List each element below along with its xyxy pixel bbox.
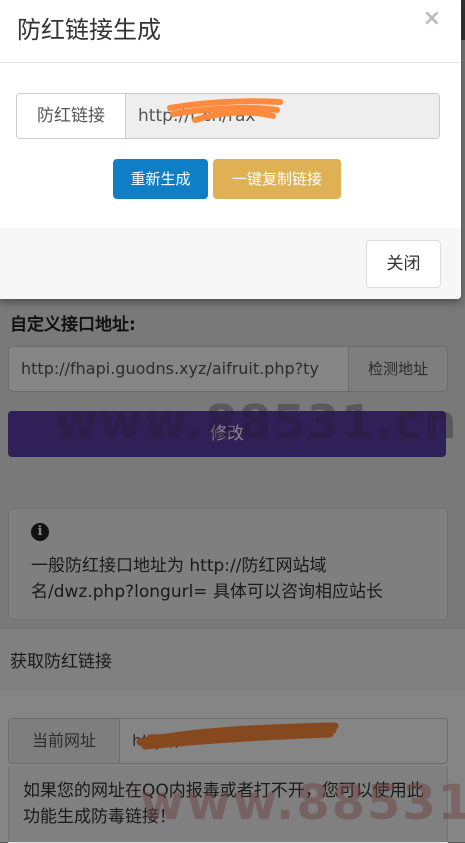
link-label: 防红链接 — [17, 94, 126, 138]
modal-header: 防红链接生成 × — [0, 0, 461, 63]
close-icon[interactable]: × — [423, 6, 441, 31]
link-modal: 防红链接生成 × 防红链接 重新生成 一键复制链接 关闭 — [0, 0, 461, 299]
modal-title: 防红链接生成 — [17, 16, 161, 44]
link-input-group: 防红链接 — [16, 93, 440, 139]
close-button[interactable]: 关闭 — [366, 240, 441, 288]
copy-link-button[interactable]: 一键复制链接 — [213, 159, 341, 199]
link-input[interactable] — [126, 94, 439, 138]
regenerate-button[interactable]: 重新生成 — [113, 159, 208, 199]
